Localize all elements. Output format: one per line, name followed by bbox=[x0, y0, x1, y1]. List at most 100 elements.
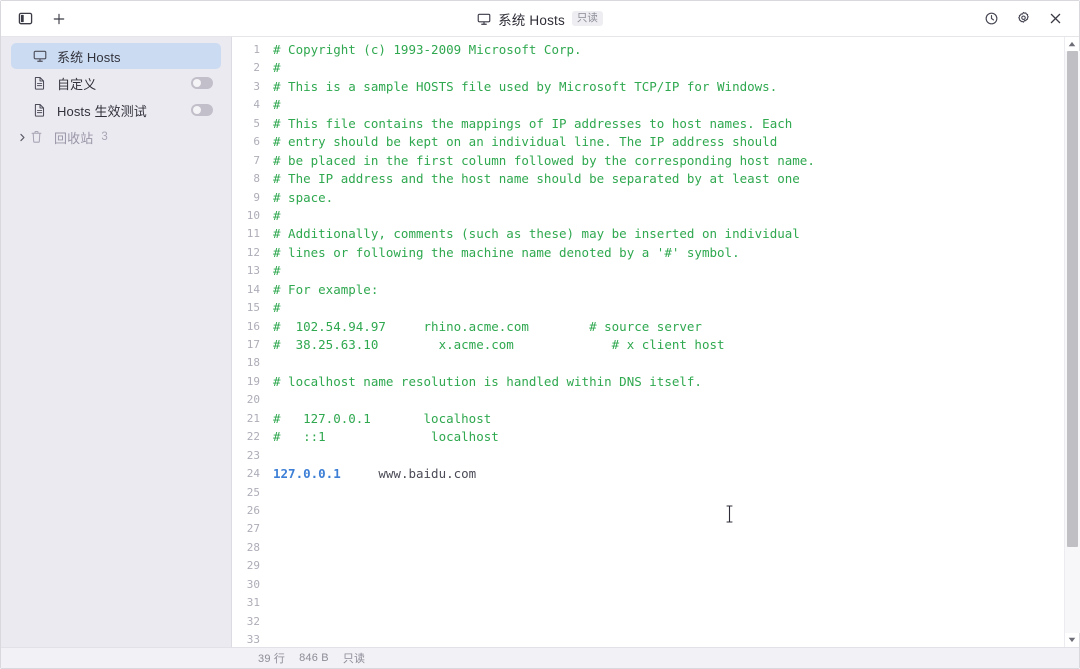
code-line[interactable]: # Additionally, comments (such as these)… bbox=[273, 225, 1079, 243]
code-token-comment: # For example: bbox=[273, 281, 379, 297]
code-line[interactable] bbox=[273, 520, 1079, 538]
code-token-comment: # 38.25.63.10 x.acme.com # x client host bbox=[273, 337, 725, 352]
page-title: 系统 Hosts bbox=[498, 12, 565, 28]
sidebar-item-system-hosts[interactable]: 系统 Hosts bbox=[11, 43, 221, 69]
line-number: 11 bbox=[246, 227, 260, 241]
code-token-comment: # This is a sample HOSTS file used by Mi… bbox=[273, 78, 778, 94]
window-body: 系统 Hosts 自定义 Hosts 生效测试 回收站 3 1 2 3 4 5 … bbox=[1, 37, 1080, 647]
code-line[interactable]: # bbox=[273, 96, 1079, 114]
code-content[interactable]: # Copyright (c) 1993-2009 Microsoft Corp… bbox=[262, 37, 1079, 647]
vertical-scrollbar[interactable] bbox=[1064, 37, 1080, 647]
line-number: 10 bbox=[246, 208, 260, 222]
code-token-comment: # 127.0.0.1 localhost bbox=[273, 410, 492, 426]
scrollbar-track[interactable] bbox=[1064, 51, 1080, 633]
code-token-comment: # ::1 localhost bbox=[273, 429, 499, 445]
code-line[interactable] bbox=[273, 484, 1079, 502]
readonly-badge: 只读 bbox=[571, 10, 603, 27]
status-readonly-mode: 只读 bbox=[342, 653, 366, 665]
status-file-size: 846 B bbox=[299, 652, 329, 664]
code-editor[interactable]: 1 2 3 4 5 6 7 8 9 10 11 12 13 14 15 16 17 18 19 20 21 22 23 24 2… bbox=[232, 37, 1079, 647]
line-number: 15 bbox=[246, 301, 260, 315]
sidebar-item-label: 回收站 bbox=[54, 130, 94, 146]
sidebar-item-custom[interactable]: 自定义 bbox=[11, 70, 221, 96]
line-number: 19 bbox=[246, 374, 260, 388]
code-line[interactable] bbox=[273, 354, 1079, 372]
sidebar-item-label: Hosts 生效测试 bbox=[57, 103, 147, 119]
close-icon[interactable] bbox=[1041, 6, 1069, 32]
toggle-knob bbox=[193, 106, 201, 114]
history-clock-icon[interactable] bbox=[977, 6, 1005, 32]
code-token-ip: 127.0.0.1 bbox=[273, 466, 341, 482]
titlebar-left-controls bbox=[1, 6, 73, 32]
code-line[interactable]: # bbox=[273, 299, 1079, 317]
code-token-host: www.baidu.com bbox=[340, 466, 477, 482]
code-line[interactable]: # Copyright (c) 1993-2009 Microsoft Corp… bbox=[273, 41, 1079, 59]
line-number: 20 bbox=[246, 393, 260, 407]
code-token-comment: # lines or following the machine name de… bbox=[273, 244, 740, 260]
code-line[interactable] bbox=[273, 557, 1079, 575]
sidebar-item-label: 系统 Hosts bbox=[57, 49, 121, 65]
sidebar-item-toggle[interactable] bbox=[191, 104, 213, 116]
code-line[interactable] bbox=[273, 391, 1079, 409]
code-line[interactable]: # space. bbox=[273, 189, 1079, 207]
code-token-comment: # localhost name resolution is handled w… bbox=[273, 373, 702, 389]
code-token-comment: # Copyright (c) 1993-2009 Microsoft Corp… bbox=[273, 42, 582, 57]
file-icon bbox=[33, 103, 50, 117]
sidebar: 系统 Hosts 自定义 Hosts 生效测试 回收站 3 bbox=[1, 37, 232, 647]
code-line[interactable]: # 102.54.94.97 rhino.acme.com # source s… bbox=[273, 318, 1079, 336]
code-line[interactable] bbox=[273, 594, 1079, 612]
code-line[interactable] bbox=[273, 576, 1079, 594]
scroll-down-arrow-icon[interactable] bbox=[1065, 633, 1080, 647]
code-line[interactable]: # be placed in the first column followed… bbox=[273, 152, 1079, 170]
monitor-icon bbox=[33, 49, 50, 63]
sidebar-item-toggle[interactable] bbox=[191, 77, 213, 89]
code-line[interactable] bbox=[273, 502, 1079, 520]
line-number: 3 bbox=[253, 79, 260, 93]
line-number: 29 bbox=[246, 559, 260, 573]
code-line[interactable]: # bbox=[273, 59, 1079, 77]
line-number: 18 bbox=[246, 356, 260, 370]
code-line[interactable]: # The IP address and the host name shoul… bbox=[273, 170, 1079, 188]
code-line[interactable]: # 38.25.63.10 x.acme.com # x client host bbox=[273, 336, 1079, 354]
code-token-comment: # entry should be kept on an individual … bbox=[273, 134, 778, 150]
code-line[interactable]: 127.0.0.1 www.baidu.com bbox=[273, 465, 1079, 483]
line-number: 26 bbox=[246, 503, 260, 517]
code-line[interactable] bbox=[273, 447, 1079, 465]
code-line[interactable]: # 127.0.0.1 localhost bbox=[273, 410, 1079, 428]
sidebar-toggle-icon[interactable] bbox=[11, 6, 39, 32]
code-line[interactable]: # bbox=[273, 207, 1079, 225]
sidebar-item-recycle-bin[interactable]: 回收站 3 bbox=[11, 124, 221, 150]
line-number: 9 bbox=[253, 190, 260, 204]
monitor-icon bbox=[477, 12, 491, 26]
code-line[interactable]: # bbox=[273, 262, 1079, 280]
line-number: 21 bbox=[246, 411, 260, 425]
code-token-comment: # 102.54.94.97 rhino.acme.com # source s… bbox=[273, 318, 702, 334]
sidebar-item-hosts-test[interactable]: Hosts 生效测试 bbox=[11, 97, 221, 123]
line-number: 31 bbox=[246, 596, 260, 610]
line-number: 25 bbox=[246, 485, 260, 499]
code-line[interactable] bbox=[273, 539, 1079, 557]
file-icon bbox=[33, 76, 50, 90]
line-number: 16 bbox=[246, 319, 260, 333]
line-number: 22 bbox=[246, 430, 260, 444]
code-line[interactable] bbox=[273, 613, 1079, 631]
code-line[interactable]: # localhost name resolution is handled w… bbox=[273, 373, 1079, 391]
line-number: 32 bbox=[246, 614, 260, 628]
code-line[interactable]: # lines or following the machine name de… bbox=[273, 244, 1079, 262]
code-token-comment: # This file contains the mappings of IP … bbox=[273, 115, 793, 131]
code-line[interactable] bbox=[273, 631, 1079, 647]
code-line[interactable]: # This is a sample HOSTS file used by Mi… bbox=[273, 78, 1079, 96]
code-line[interactable]: # ::1 localhost bbox=[273, 428, 1079, 446]
line-number: 1 bbox=[253, 43, 260, 56]
code-line[interactable]: # This file contains the mappings of IP … bbox=[273, 115, 1079, 133]
toggle-knob bbox=[193, 79, 201, 87]
chevron-right-icon[interactable] bbox=[17, 133, 28, 142]
code-token-comment: # be placed in the first column followed… bbox=[273, 152, 815, 168]
code-line[interactable]: # For example: bbox=[273, 281, 1079, 299]
line-number: 24 bbox=[246, 467, 260, 481]
code-line[interactable]: # entry should be kept on an individual … bbox=[273, 133, 1079, 151]
gear-icon[interactable] bbox=[1009, 6, 1037, 32]
plus-icon[interactable] bbox=[45, 6, 73, 32]
scroll-up-arrow-icon[interactable] bbox=[1065, 37, 1080, 51]
scrollbar-thumb[interactable] bbox=[1066, 51, 1078, 547]
